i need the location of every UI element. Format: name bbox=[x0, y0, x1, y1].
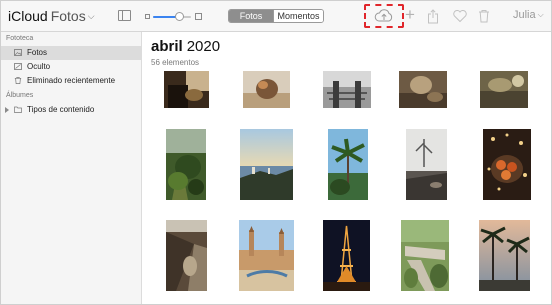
photo-thumbnail[interactable] bbox=[401, 220, 449, 291]
sidebar-item-oculto[interactable]: Oculto bbox=[1, 60, 141, 74]
photo-thumbnail[interactable] bbox=[323, 220, 370, 291]
favorite-icon[interactable] bbox=[452, 9, 468, 23]
month-label: abril bbox=[151, 38, 183, 55]
user-menu[interactable]: Julia ⌵ bbox=[513, 9, 544, 21]
photo-library: abril 2020 56 elementos bbox=[142, 32, 551, 304]
chevron-down-icon: ⌵ bbox=[537, 10, 544, 19]
photo-thumbnail[interactable] bbox=[480, 71, 528, 108]
zoom-slider-knob[interactable] bbox=[175, 12, 185, 21]
photo-thumbnail[interactable] bbox=[483, 129, 531, 200]
chevron-down-icon: ⌵ bbox=[87, 11, 95, 21]
trash-icon[interactable] bbox=[478, 9, 490, 23]
photo-thumbnail[interactable] bbox=[240, 129, 293, 200]
photo-thumbnail[interactable] bbox=[406, 129, 447, 200]
sidebar-item-label: Fotos bbox=[27, 48, 48, 57]
toolbar: iCloud Fotos ⌵ Fotos Momentos + Julia ⌵ bbox=[1, 1, 551, 32]
folder-icon bbox=[14, 106, 22, 113]
sidebar-item-label: Tipos de contenido bbox=[27, 105, 95, 114]
photo-thumbnail[interactable] bbox=[243, 71, 290, 108]
photo-thumbnail[interactable] bbox=[166, 220, 207, 291]
photo-thumbnail[interactable] bbox=[479, 220, 530, 291]
year-label: 2020 bbox=[186, 38, 221, 55]
add-icon[interactable]: + bbox=[405, 6, 415, 23]
sidebar-item-eliminado[interactable]: Eliminado recientemente bbox=[1, 74, 141, 88]
sidebar-item-label: Eliminado recientemente bbox=[27, 76, 116, 85]
section-title-library: Fototeca bbox=[6, 35, 34, 42]
zoom-small-icon[interactable] bbox=[145, 14, 150, 19]
sidebar-item-label: Oculto bbox=[27, 62, 51, 71]
zoom-slider[interactable] bbox=[153, 16, 191, 18]
zoom-large-icon[interactable] bbox=[195, 13, 202, 20]
sidebar-item-fotos[interactable]: Fotos bbox=[1, 46, 141, 60]
item-count: 56 elementos bbox=[151, 58, 200, 67]
photo-thumbnail[interactable] bbox=[164, 71, 209, 108]
view-segmented-control: Fotos Momentos bbox=[228, 9, 324, 23]
disclosure-triangle-icon[interactable] bbox=[5, 107, 9, 113]
brand-app-name: Fotos bbox=[50, 8, 86, 24]
share-icon[interactable] bbox=[427, 9, 439, 24]
brand-icloud: iCloud bbox=[8, 8, 48, 24]
segment-momentos[interactable]: Momentos bbox=[273, 10, 323, 22]
photo-thumbnail[interactable] bbox=[166, 129, 206, 200]
sidebar-toggle-icon[interactable] bbox=[118, 10, 131, 21]
photo-thumbnail[interactable] bbox=[399, 71, 447, 108]
photos-icon bbox=[14, 49, 22, 56]
user-name: Julia bbox=[513, 9, 536, 21]
photo-thumbnail[interactable] bbox=[239, 220, 294, 291]
upload-icon[interactable] bbox=[374, 9, 394, 23]
photo-thumbnail[interactable] bbox=[323, 71, 371, 108]
segment-fotos[interactable]: Fotos bbox=[229, 10, 273, 22]
section-title-albums: Álbumes bbox=[6, 92, 34, 99]
app-switcher[interactable]: iCloud Fotos ⌵ bbox=[8, 8, 95, 24]
trash-icon bbox=[14, 77, 22, 84]
photo-thumbnail[interactable] bbox=[328, 129, 368, 200]
sidebar-item-tipos-de-contenido[interactable]: Tipos de contenido bbox=[1, 103, 141, 117]
sidebar: Fototeca Fotos Oculto Eliminado reciente… bbox=[1, 32, 142, 304]
month-heading: abril 2020 bbox=[151, 38, 220, 56]
hidden-icon bbox=[14, 63, 22, 70]
app-window: iCloudFotos⌵ Fotos Momentos + Julia⌵ bbox=[0, 0, 552, 305]
